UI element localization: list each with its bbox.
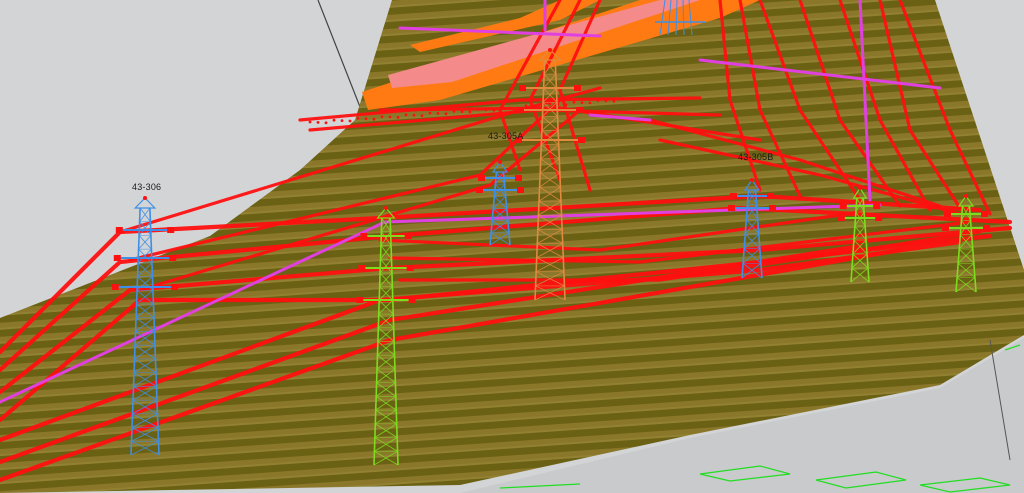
tower-tip [143, 196, 147, 200]
tower-label-43-305b[interactable]: 43-305B [738, 152, 773, 162]
point-red-35 [588, 101, 592, 105]
tower-tip [858, 186, 862, 190]
insulator [942, 225, 949, 231]
point-red-12 [404, 113, 408, 117]
point-red-22 [484, 108, 488, 112]
insulator [574, 85, 581, 91]
point-red-5 [348, 119, 352, 123]
point-red-13 [412, 113, 416, 117]
insulator [839, 203, 847, 209]
point-red-11 [396, 116, 400, 119]
point-red-37 [604, 99, 608, 103]
point-red-6 [356, 117, 360, 120]
tower-tip [384, 206, 388, 210]
insulator [515, 175, 522, 181]
insulator [356, 297, 364, 303]
point-cloud-viewport[interactable]: 43-306 43-305A 43-305B [0, 0, 1024, 493]
insulator [983, 225, 990, 231]
point-red-30 [548, 102, 552, 106]
insulator [358, 265, 366, 271]
insulator [167, 227, 175, 233]
point-red-21 [476, 108, 480, 111]
point-red-19 [460, 110, 464, 113]
point-red-25 [508, 106, 512, 110]
insulator [406, 265, 414, 271]
point-red-7 [364, 117, 368, 121]
point-red-34 [580, 101, 584, 104]
point-red-18 [452, 109, 456, 113]
tower-label-43-306[interactable]: 43-306 [132, 182, 161, 192]
tower-tip [498, 160, 502, 164]
point-red-10 [388, 115, 392, 119]
insulator [944, 211, 951, 217]
insulator [478, 175, 485, 181]
point-red-0 [308, 120, 312, 124]
point-red-15 [428, 111, 432, 115]
insulator [171, 284, 179, 290]
insulator [169, 255, 177, 261]
insulator [408, 297, 416, 303]
insulator [115, 227, 123, 233]
point-red-4 [340, 119, 344, 122]
point-red-36 [596, 99, 600, 102]
scene-svg[interactable] [0, 0, 1024, 493]
point-red-8 [372, 117, 376, 121]
insulator [578, 137, 585, 143]
insulator [837, 215, 845, 221]
tower-tip [548, 48, 552, 52]
point-red-27 [524, 104, 528, 108]
point-red-38 [612, 99, 616, 103]
insulator [113, 255, 121, 261]
insulator [981, 211, 988, 217]
insulator [873, 203, 881, 209]
insulator [576, 107, 583, 113]
point-red-17 [444, 112, 448, 116]
point-red-24 [500, 106, 504, 109]
insulator [404, 233, 412, 239]
insulator [730, 193, 737, 199]
insulator [875, 215, 883, 221]
insulator [517, 187, 524, 193]
point-red-39 [620, 97, 624, 100]
insulator [517, 107, 524, 113]
point-red-20 [468, 110, 472, 114]
point-red-23 [492, 108, 496, 112]
tower-tip [964, 194, 968, 198]
point-red-2 [324, 121, 328, 125]
point-red-9 [380, 115, 384, 118]
point-red-3 [332, 118, 336, 122]
tower-label-43-305a[interactable]: 43-305A [488, 131, 523, 141]
insulator [111, 284, 119, 290]
tower-tip [750, 178, 754, 182]
point-red-33 [572, 100, 576, 104]
insulator [360, 233, 368, 239]
insulator [519, 85, 526, 91]
point-red-28 [532, 104, 536, 108]
insulator [769, 205, 776, 211]
point-red-32 [564, 103, 568, 107]
insulator [728, 205, 735, 211]
insulator [476, 187, 483, 193]
point-red-1 [316, 121, 320, 124]
insulator [767, 193, 774, 199]
point-red-16 [436, 112, 440, 115]
point-red-14 [420, 114, 424, 117]
